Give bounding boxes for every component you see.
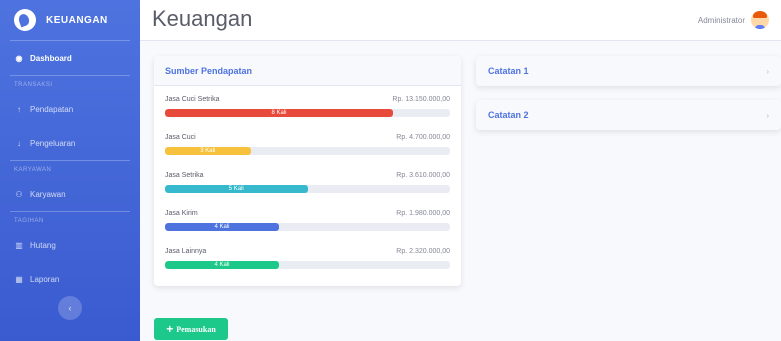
income-row-header: Jasa Setrika Rp. 3.610.000,00 xyxy=(165,172,450,182)
sidebar-heading-transaksi: TRANSAKSI xyxy=(14,82,53,88)
chevron-right-icon: › xyxy=(766,66,769,76)
brand[interactable]: KEUANGAN xyxy=(0,0,140,40)
income-source-name: Jasa Cuci Setrika xyxy=(165,96,220,103)
progress-track: 3 Kali xyxy=(165,147,450,155)
progress-count: 4 Kali xyxy=(214,262,230,268)
sidebar-item-label: Laporan xyxy=(30,274,60,284)
progress-track: 5 Kali xyxy=(165,185,450,193)
arrow-down-icon: ↓ xyxy=(17,138,21,148)
add-income-label: Pemasukan xyxy=(176,324,216,334)
table-icon: ▦ xyxy=(15,274,23,284)
arrow-up-icon: ↑ xyxy=(17,104,21,114)
sidebar-item-label: Dashboard xyxy=(30,53,72,63)
avatar xyxy=(751,11,769,29)
sidebar-item-karyawan[interactable]: ⚇ Karyawan xyxy=(0,177,140,211)
income-source-name: Jasa Cuci xyxy=(165,134,196,141)
income-amount: Rp. 4.700.000,00 xyxy=(396,134,450,141)
income-source-name: Jasa Kirim xyxy=(165,210,198,217)
progress-bar: 4 Kali xyxy=(165,223,279,231)
users-icon: ⚇ xyxy=(15,189,23,199)
income-amount: Rp. 13.150.000,00 xyxy=(392,96,450,103)
dashboard-icon: ◉ xyxy=(15,53,23,63)
sidebar-item-pendapatan[interactable]: ↑ Pendapatan xyxy=(0,92,140,126)
plus-icon: + xyxy=(166,322,174,336)
progress-track: 8 Kali xyxy=(165,109,450,117)
income-row: Jasa Cuci Setrika Rp. 13.150.000,00 8 Kali xyxy=(165,96,450,134)
progress-count: 8 Kali xyxy=(271,110,287,116)
progress-count: 4 Kali xyxy=(214,224,230,230)
progress-bar: 3 Kali xyxy=(165,147,251,155)
sidebar-item-label: Pendapatan xyxy=(30,104,74,114)
sidebar-item-dashboard[interactable]: ◉ Dashboard xyxy=(0,41,140,75)
sidebar: KEUANGAN ◉ Dashboard TRANSAKSI ↑ Pendapa… xyxy=(0,0,140,341)
sidebar-item-label: Pengeluaran xyxy=(30,138,76,148)
chevron-right-icon: › xyxy=(766,110,769,120)
income-row: Jasa Cuci Rp. 4.700.000,00 3 Kali xyxy=(165,134,450,172)
income-amount: Rp. 2.320.000,00 xyxy=(396,248,450,255)
progress-bar: 8 Kali xyxy=(165,109,393,117)
income-row: Jasa Lainnya Rp. 2.320.000,00 4 Kali xyxy=(165,248,450,286)
sidebar-item-label: Karyawan xyxy=(30,189,66,199)
progress-count: 3 Kali xyxy=(200,148,216,154)
sidebar-item-label: Hutang xyxy=(30,240,56,250)
note-title: Catatan 2 xyxy=(488,110,529,120)
brand-logo-icon xyxy=(14,9,36,31)
note-card-2[interactable]: Catatan 2 › xyxy=(476,100,781,130)
income-row: Jasa Setrika Rp. 3.610.000,00 5 Kali xyxy=(165,172,450,210)
topbar: Keuangan Administrator xyxy=(140,0,781,41)
income-source-name: Jasa Lainnya xyxy=(165,248,207,255)
user-menu[interactable]: Administrator xyxy=(698,11,769,29)
income-rows: Jasa Cuci Setrika Rp. 13.150.000,00 8 Kali… xyxy=(154,86,461,286)
income-amount: Rp. 3.610.000,00 xyxy=(396,172,450,179)
income-amount: Rp. 1.980.000,00 xyxy=(396,210,450,217)
sidebar-item-hutang[interactable]: ▥ Hutang xyxy=(0,228,140,262)
page-title: Keuangan xyxy=(152,6,253,31)
income-row: Jasa Kirim Rp. 1.980.000,00 4 Kali xyxy=(165,210,450,248)
progress-bar: 5 Kali xyxy=(165,185,308,193)
card-title: Sumber Pendapatan xyxy=(154,56,461,86)
add-income-button[interactable]: + Pemasukan xyxy=(154,318,228,340)
sidebar-heading-tagihan: TAGIHAN xyxy=(14,218,44,224)
progress-bar: 4 Kali xyxy=(165,261,279,269)
sidebar-item-pengeluaran[interactable]: ↓ Pengeluaran xyxy=(0,126,140,160)
income-row-header: Jasa Kirim Rp. 1.980.000,00 xyxy=(165,210,450,220)
note-title: Catatan 1 xyxy=(488,66,529,76)
note-card-1[interactable]: Catatan 1 › xyxy=(476,56,781,86)
user-name: Administrator xyxy=(697,15,745,25)
sidebar-item-laporan[interactable]: ▦ Laporan xyxy=(0,262,140,296)
income-sources-card: Sumber Pendapatan Jasa Cuci Setrika Rp. 1… xyxy=(154,56,461,286)
income-row-header: Jasa Cuci Setrika Rp. 13.150.000,00 xyxy=(165,96,450,106)
progress-track: 4 Kali xyxy=(165,261,450,269)
brand-name: KEUANGAN xyxy=(46,14,108,26)
income-row-header: Jasa Cuci Rp. 4.700.000,00 xyxy=(165,134,450,144)
progress-track: 4 Kali xyxy=(165,223,450,231)
progress-count: 5 Kali xyxy=(228,186,244,192)
income-source-name: Jasa Setrika xyxy=(165,172,204,179)
chart-bars-icon: ▥ xyxy=(15,240,23,250)
sidebar-toggle-button[interactable]: ‹ xyxy=(58,296,82,320)
income-row-header: Jasa Lainnya Rp. 2.320.000,00 xyxy=(165,248,450,258)
sidebar-heading-karyawan: KARYAWAN xyxy=(14,167,52,173)
